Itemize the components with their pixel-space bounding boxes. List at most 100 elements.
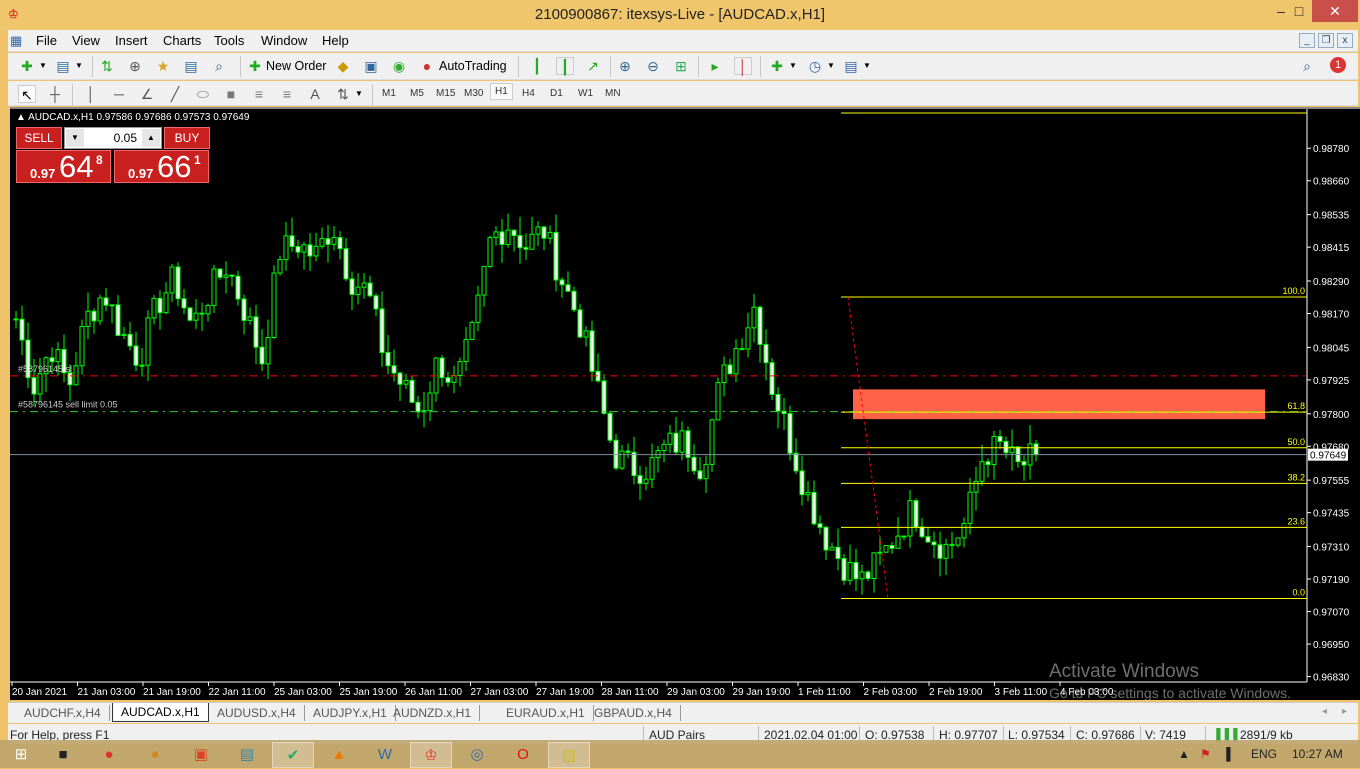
- word-icon[interactable]: W: [364, 742, 406, 768]
- mt4-taskbar-icon[interactable]: ♔: [410, 742, 452, 768]
- data-window-icon[interactable]: ⊕: [126, 57, 144, 75]
- strategy-tester-icon[interactable]: ⌕: [210, 57, 228, 75]
- language-indicator[interactable]: ENG: [1251, 747, 1277, 761]
- mdi-close-button[interactable]: x: [1337, 33, 1353, 48]
- trendline-icon[interactable]: ╱: [166, 85, 184, 103]
- chrome-canary-icon[interactable]: ●: [134, 742, 176, 768]
- scroll-right-icon[interactable]: ▸: [1342, 706, 1347, 717]
- dropdown-arrow-icon[interactable]: ▼: [34, 57, 52, 75]
- timeframe-h4[interactable]: H4: [522, 88, 535, 99]
- navigator-icon[interactable]: ★: [154, 57, 172, 75]
- scroll-left-icon[interactable]: ◂: [1322, 706, 1327, 717]
- chart-shift-icon[interactable]: ▸: [706, 57, 724, 75]
- tile-windows-icon[interactable]: ⊞: [672, 57, 690, 75]
- signals-icon[interactable]: ◉: [390, 57, 408, 75]
- buy-button[interactable]: BUY: [164, 127, 210, 149]
- tab-audchf-h4[interactable]: AUDCHF.x,H4: [16, 705, 110, 721]
- search-icon[interactable]: ⌕: [1298, 57, 1316, 75]
- signal-icon[interactable]: ▐: [1222, 747, 1231, 761]
- menu-charts[interactable]: Charts: [163, 33, 201, 48]
- app-terminal-icon[interactable]: ■: [42, 742, 84, 768]
- text-icon[interactable]: A: [306, 85, 324, 103]
- lot-size-input[interactable]: ▼ 0.05 ▲: [64, 127, 162, 149]
- candle-body: [73, 365, 79, 386]
- sell-button[interactable]: SELL: [16, 127, 62, 149]
- tray-expand-icon[interactable]: ▲: [1178, 747, 1190, 761]
- collapse-arrow-icon[interactable]: ▲: [16, 112, 28, 123]
- start-icon[interactable]: ⊞: [0, 742, 42, 768]
- tab-audjpy-h1[interactable]: AUDJPY.x,H1: [305, 705, 396, 721]
- notification-badge[interactable]: 1: [1330, 57, 1346, 73]
- lot-decrease-icon[interactable]: ▼: [66, 129, 84, 147]
- autotrading-button[interactable]: AutoTrading: [439, 59, 507, 73]
- price-chart[interactable]: 0.98780 0.98660 0.98535 0.98415 0.98290 0.981…: [10, 109, 1360, 702]
- timeframe-mn[interactable]: MN: [605, 88, 621, 99]
- safari-icon[interactable]: ◎: [456, 742, 498, 768]
- tab-audnzd-h1[interactable]: AUDNZD.x,H1: [385, 705, 481, 721]
- mdi-restore-button[interactable]: ❐: [1318, 33, 1334, 48]
- terminal-icon[interactable]: ▤: [182, 57, 200, 75]
- metaeditor-icon[interactable]: ◆: [334, 57, 352, 75]
- vertical-line-icon[interactable]: │: [82, 85, 100, 103]
- dropdown-arrow-icon[interactable]: ▼: [350, 85, 368, 103]
- chrome-icon[interactable]: ●: [88, 742, 130, 768]
- tab-audusd-h4[interactable]: AUDUSD.x,H4: [209, 705, 305, 721]
- dropdown-arrow-icon[interactable]: ▼: [784, 57, 802, 75]
- menu-view[interactable]: View: [72, 33, 100, 48]
- timeframe-m30[interactable]: M30: [464, 88, 483, 99]
- lot-value[interactable]: 0.05: [114, 131, 137, 145]
- dropdown-arrow-icon[interactable]: ▼: [858, 57, 876, 75]
- menu-window[interactable]: Window: [261, 33, 307, 48]
- timeframe-d1[interactable]: D1: [550, 88, 563, 99]
- timeframe-m15[interactable]: M15: [436, 88, 455, 99]
- angle-line-icon[interactable]: ∠: [138, 85, 156, 103]
- new-order-icon[interactable]: ✚: [246, 57, 264, 75]
- ellipse-icon[interactable]: ⬭: [194, 85, 212, 103]
- vlc-icon[interactable]: ▲: [318, 742, 360, 768]
- sell-price-button[interactable]: 0.97 64 8: [16, 149, 111, 184]
- folders-icon[interactable]: ▧: [548, 742, 590, 768]
- candlestick-chart-icon[interactable]: ┃: [556, 57, 574, 75]
- tab-audcad-h1[interactable]: AUDCAD.x,H1: [112, 703, 209, 722]
- new-order-button[interactable]: New Order: [266, 59, 326, 73]
- dropdown-arrow-icon[interactable]: ▼: [70, 57, 88, 75]
- menu-tools[interactable]: Tools: [214, 33, 244, 48]
- network-error-flag-icon[interactable]: ⚑: [1200, 747, 1211, 761]
- fibo-retracement-icon[interactable]: ≡: [278, 85, 296, 103]
- tab-euraud-h1[interactable]: EURAUD.x,H1: [498, 705, 594, 721]
- timeframe-m5[interactable]: M5: [410, 88, 424, 99]
- cursor-icon[interactable]: ↖: [18, 85, 36, 103]
- autotrading-icon[interactable]: ●: [418, 57, 436, 75]
- opera-icon[interactable]: O: [502, 742, 544, 768]
- chart-window-icon[interactable]: ▦: [10, 33, 22, 49]
- close-button[interactable]: ✕: [1312, 0, 1358, 22]
- file-explorer-icon[interactable]: ▤: [226, 742, 268, 768]
- office-icon[interactable]: ▣: [180, 742, 222, 768]
- chat-icon[interactable]: ▣: [362, 57, 380, 75]
- trading-app-icon[interactable]: ✔: [272, 742, 314, 768]
- line-chart-icon[interactable]: ↗: [584, 57, 602, 75]
- zoom-out-icon[interactable]: ⊖: [644, 57, 662, 75]
- dropdown-arrow-icon[interactable]: ▼: [822, 57, 840, 75]
- clock[interactable]: 10:27 AM: [1292, 747, 1343, 761]
- market-watch-icon[interactable]: ⇅: [98, 57, 116, 75]
- chart-area[interactable]: 0.98780 0.98660 0.98535 0.98415 0.98290 0.981…: [10, 107, 1360, 700]
- bar-chart-icon[interactable]: ┃: [528, 57, 546, 75]
- buy-price-button[interactable]: 0.97 66 1: [114, 149, 209, 184]
- timeframe-h1[interactable]: H1: [490, 83, 513, 100]
- rectangle-icon[interactable]: ■: [222, 85, 240, 103]
- menu-help[interactable]: Help: [322, 33, 349, 48]
- mdi-minimize-button[interactable]: _: [1299, 33, 1315, 48]
- auto-scroll-icon[interactable]: │: [734, 57, 752, 75]
- timeframe-m1[interactable]: M1: [382, 88, 396, 99]
- lot-increase-icon[interactable]: ▲: [142, 129, 160, 147]
- fibo-fan-icon[interactable]: ≡: [250, 85, 268, 103]
- timeframe-w1[interactable]: W1: [578, 88, 593, 99]
- menu-file[interactable]: File: [36, 33, 57, 48]
- crosshair-icon[interactable]: ┼: [46, 85, 64, 103]
- horizontal-line-icon[interactable]: ─: [110, 85, 128, 103]
- maximize-button[interactable]: □: [1284, 0, 1314, 22]
- menu-insert[interactable]: Insert: [115, 33, 148, 48]
- zoom-in-icon[interactable]: ⊕: [616, 57, 634, 75]
- tab-gbpaud-h4[interactable]: GBPAUD.x,H4: [586, 705, 681, 721]
